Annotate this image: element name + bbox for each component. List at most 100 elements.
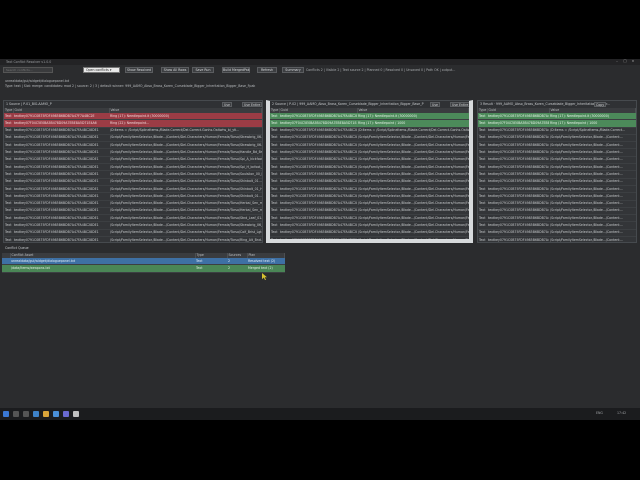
show-all-rows-button[interactable]: Show All Rows [161,67,189,73]
table-row[interactable]: Texttextkey0791C0B75FDF4985B6BDB7A47FA4B… [270,236,469,239]
table-row[interactable]: Texttextkey0791C0B75FDF4985B6BDB7A47FA4B… [4,127,262,135]
table-row[interactable]: Texttextkey0791C0B75FDF4985B6BDB7A47FA4B… [478,214,636,223]
table-row[interactable]: Texttextkey0791C0B75FDF4985B6BDB7A47FA4B… [478,178,636,186]
cell-type: Text [4,229,13,238]
table-row[interactable]: Texttextkey0791C0B75FDF4985B6BDB7A47FA4B… [270,214,469,223]
table-row[interactable]: Texttextkey0791C0B75FDF4985B6BDB7A47FA4B… [270,156,469,165]
table-row[interactable]: Texttextkey0791C0B75FDF4985B6BDB7A47FA4B… [478,170,636,179]
cell-guid: textkey0791C0B75FDF4985B6BDB7A47FA4BC28D… [279,207,357,216]
search-input[interactable] [3,67,53,73]
table-row[interactable]: Texttextkey0791C0B75FDF4985B6BDB7A47FA4B… [4,200,262,208]
table-row[interactable]: Texttextkey0791C0B75FDF4985B6BDB7A47FA4B… [270,134,469,143]
table-row[interactable]: Texttextkey0791C0B75FDF4985B6BDB7A47FA4B… [478,156,636,165]
table-row[interactable]: Texttextkey0791C0B75FDF4985B6BDB7A47FA4B… [4,156,262,165]
summary-button[interactable]: Summary [282,67,304,73]
cell-type: Text [195,264,227,273]
table-row[interactable]: Texttextkey0791C0B75FDF4985B6BDB7A47FA4B… [270,127,469,135]
table-row[interactable]: Texttextkey0791C0B75FDF4985B6BDB7A47FA4B… [478,134,636,143]
table-row[interactable]: Texttextkey0791C0B75FDF4985B6BDB7A47FA4B… [4,221,262,230]
task-view-icon[interactable] [23,411,29,417]
cell-value: /Script/FamilyItemSelector./Blade.../Con… [109,214,262,223]
cell-guid: textkey0791C0B75FDF4985B6BDB7A47FA4BC28D… [13,170,109,179]
table-row[interactable]: Texttextkey0791C0B75FDF4985B6BDB7A47FA4B… [270,207,469,216]
cell-type: Text [478,113,487,121]
copy-button[interactable]: Copy [594,102,607,107]
table-row[interactable]: Texttextkey0791C0B75FDF4985B6BDB7A47FA4B… [4,192,262,201]
refresh-button[interactable]: Refresh [257,67,277,73]
cell-guid: textkey0791C0B75FDF4985B6BDB7A47FA4BC28D… [279,141,357,150]
start-icon[interactable] [3,411,9,417]
close-icon[interactable]: × [630,59,636,64]
use-entire-button[interactable]: Use Entire [242,102,262,107]
table-row[interactable]: /data/items/weapons.txt Text 2 Merged text … [2,264,285,273]
build-merged-pak-button[interactable]: Build MergedPak [222,67,250,73]
app-icon[interactable] [63,411,69,417]
cell-value: /Script/FamilyItemSelector./Blade.../Con… [357,236,469,239]
table-row[interactable]: Texttextkey0791C0B75FDF4985B6BDB7A47FA4B… [478,221,636,230]
table-row[interactable]: Texttextkey0791C0B75FDF4985B6BDB7A47FA4B… [478,229,636,238]
table-row[interactable]: Texttextkey0791C0B75FDF4985B6BDB7A47FA4B… [478,207,636,216]
table-row[interactable]: Texttextkey0791C0B75FDF4985B6BDB7A47FA4B… [4,207,262,216]
clock[interactable]: 17:42 [617,411,626,415]
cell-guid: textkey0791C0B75FDF4985B6BDB7A47FA4BC28D… [487,148,549,157]
table-row[interactable]: Texttextkey0791C0B75FDF4985B6BDB7A47FA4B… [4,178,262,186]
cell-guid: textkey0791C0B75FDF4985B6BDB7A47FA4BC28D… [13,229,109,238]
table-row[interactable]: Texttextkey0791C0B75FDF4985B6BDB7A47FA4B… [4,148,262,157]
table-row[interactable]: Texttextkey0791C0B75FDF4985B6BDB7A47FA4B… [4,229,262,238]
table-row[interactable]: unrealdata/gui/widget/dialoguepanel.txt T… [2,258,285,266]
minimize-icon[interactable]: – [614,59,620,64]
language-indicator[interactable]: ENG [596,411,603,415]
table-row[interactable]: Texttextkey0791C0B75FDF4985B6BDB7A47FA4B… [270,229,469,238]
table-row[interactable]: Texttextkey0791C0B75FDF4985B6BDB7A47FA4B… [270,185,469,194]
table-row[interactable]: Texttextkey0791C0B75FDF4985B6BDB7A47FA4B… [478,185,636,194]
use-button[interactable]: Use [222,102,232,107]
filter-dropdown[interactable]: Open conflicts ▾ [83,67,120,73]
table-row[interactable]: Texttextkey0791C0B75FDF4985B6BDB7A47FA4B… [270,141,469,150]
table-row[interactable]: Texttextkey0791C0B75FDF4985B6BDB7A47FA4B… [4,170,262,179]
conflict-queue: Conflict Queue Conflict Asset Type Sourc… [2,246,285,276]
resolver-app-icon[interactable] [73,411,79,417]
cell-guid: textkey0791C0B75FDF4985B6BDB7A47FA4BC28D… [13,192,109,201]
table-row[interactable]: Texttextkey0791C0B75FDF4985B6BDB7A47FA4B… [478,192,636,201]
table-row[interactable]: Texttextkey0791C0B75FDF4985B6BDB7A47FA4B… [4,236,262,242]
table-row[interactable]: Texttextkey0791C0B75FDF4985B6BDB7A47FA4B… [270,192,469,201]
save-run-button[interactable]: Save Run [192,67,214,73]
table-row[interactable]: Texttextkey0791C0B75FDF4985B6BDB7A47FA4B… [478,200,636,208]
table-row[interactable]: Texttextkey07F04C5E0BA5B478D09A7EBE8A5D7… [4,119,262,128]
table-row[interactable]: Texttextkey0791C0B75FDF4985B6BDB7A47FA4B… [4,163,262,172]
table-row[interactable]: Texttextkey0791C0B75FDF4985B6BDB7A47FA4B… [478,113,636,121]
table-row[interactable]: Texttextkey0791C0B75FDF4985B6BDB7A47FA4B… [270,163,469,172]
table-row[interactable]: Texttextkey0791C0B75FDF4985B6BDB7A47FA4B… [4,134,262,143]
table-row[interactable]: Texttextkey0791C0B75FDF4985B6BDB7A47FA4B… [270,178,469,186]
table-row[interactable]: Texttextkey0791C0B75FDF4985B6BDB7A47FA4B… [478,236,636,242]
table-row[interactable]: Texttextkey0791C0B75FDF4985B6BDB7A47FA4B… [4,141,262,150]
cell-value: /Script/FamilyItemSelector./Blade.../Con… [109,163,262,172]
show-resolved-button[interactable]: Show Resolved [125,67,153,73]
table-row[interactable]: Texttextkey07F04C5E0BA5B478D09A7EBE8A5D7… [270,119,469,128]
table-row[interactable]: Texttextkey0791C0B75FDF4985B6BDB7A47FA4B… [478,148,636,157]
table-row[interactable]: Text textkey0791C0B75FDF4985B6BDB7A47F7A4… [4,113,262,121]
maximize-icon[interactable]: □ [622,59,628,64]
use-button[interactable]: Use [430,102,440,107]
explorer-icon[interactable] [43,411,49,417]
cell-guid: textkey0791C0B75FDF4985B6BDB7A47FA4BC28D… [279,156,357,165]
cell-guid: textkey0791C0B75FDF4985B6BDB7A47FA4BC28D… [279,127,357,135]
cell-guid: textkey07F04C5E0BA5B478D09A7EBE8A5D71E4A… [13,119,109,128]
table-row[interactable]: Texttextkey0791C0B75FDF4985B6BDB7A47FA4B… [478,163,636,172]
cell-type: Text [4,178,13,186]
table-row[interactable]: Texttextkey0791C0B75FDF4985B6BDB7A47FA4B… [270,148,469,157]
search-taskbar-icon[interactable] [13,411,19,417]
table-row[interactable]: Texttextkey0791C0B75FDF4985B6BDB7A47FA4B… [270,200,469,208]
table-row[interactable]: Texttextkey0791C0B75FDF4985B6BDB7A47FA4B… [4,185,262,194]
table-row[interactable]: Texttextkey07F04C5E0BA5B478D09A7EBE8A5D7… [478,119,636,128]
table-row[interactable]: Texttextkey0791C0B75FDF4985B6BDB7A47FA4B… [478,127,636,135]
table-row[interactable]: Texttextkey0791C0B75FDF4985B6BDB7A47FA4B… [4,214,262,223]
edge-icon[interactable] [33,411,39,417]
cell-value: /Script/FamilyItemSelector./Blade.../Con… [109,148,262,157]
table-row[interactable]: Texttextkey0791C0B75FDF4985B6BDB7A47FA4B… [270,221,469,230]
table-row[interactable]: Texttextkey0791C0B75FDF4985B6BDB7A47FA4B… [478,141,636,150]
table-row[interactable]: Texttextkey0791C0B75FDF4985B6BDB7A47FA4B… [270,170,469,179]
store-icon[interactable] [53,411,59,417]
use-entire-button[interactable]: Use Entire [450,102,469,107]
table-row[interactable]: Texttextkey0791C0B75FDF4985B6BDB7A47FA4B… [270,113,469,121]
